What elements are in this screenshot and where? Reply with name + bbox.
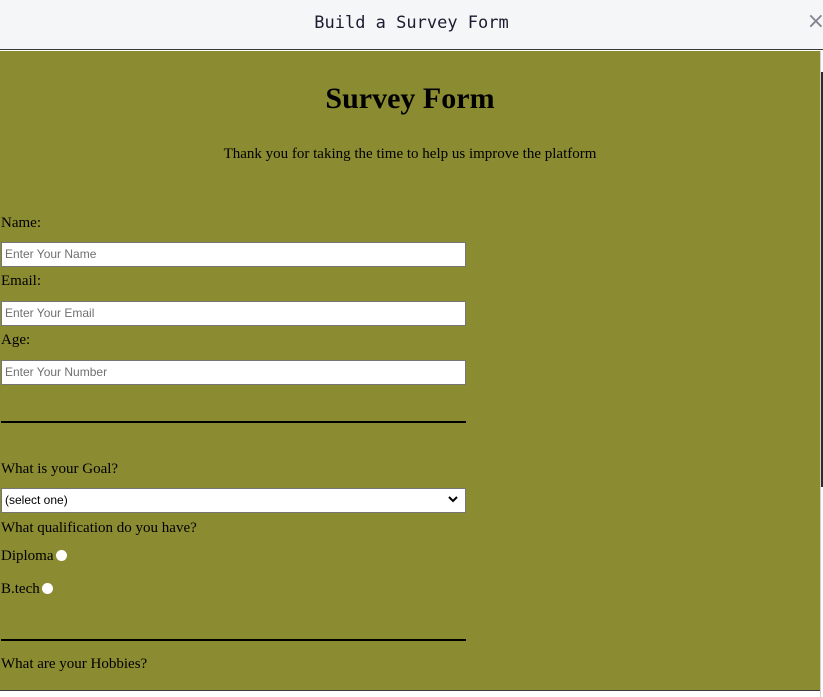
window-titlebar: Build a Survey Form × [0, 0, 823, 50]
window-title: Build a Survey Form [314, 13, 509, 33]
goal-select[interactable]: (select one) [1, 488, 466, 513]
age-input[interactable]: Enter Your Number [1, 360, 466, 385]
survey-page: Survey Form Thank you for taking the tim… [0, 51, 820, 690]
email-input[interactable]: Enter Your Email [1, 301, 466, 326]
qualification-option-diploma: Diploma [1, 548, 67, 565]
name-input[interactable]: Enter Your Name [1, 242, 466, 267]
page-title: Survey Form [325, 82, 495, 115]
page-description: Thank you for taking the time to help us… [223, 146, 597, 162]
goal-select-value: (select one) [5, 493, 68, 507]
qualification-label: What qualification do you have? [1, 520, 197, 536]
btech-radio[interactable] [41, 583, 53, 594]
frame-bottom-border [0, 690, 820, 691]
diploma-radio[interactable] [55, 550, 67, 561]
section-divider [1, 639, 466, 641]
section-divider [1, 421, 466, 423]
name-label: Name: [1, 215, 41, 231]
age-label: Age: [1, 332, 31, 348]
btech-label: B.tech [1, 581, 40, 597]
email-label: Email: [1, 273, 41, 289]
chevron-down-icon [448, 496, 458, 503]
close-icon[interactable]: × [807, 11, 823, 33]
qualification-option-btech: B.tech [1, 581, 53, 598]
hobbies-label: What are your Hobbies? [1, 656, 148, 672]
goal-label: What is your Goal? [1, 461, 119, 477]
diploma-label: Diploma [1, 548, 54, 564]
